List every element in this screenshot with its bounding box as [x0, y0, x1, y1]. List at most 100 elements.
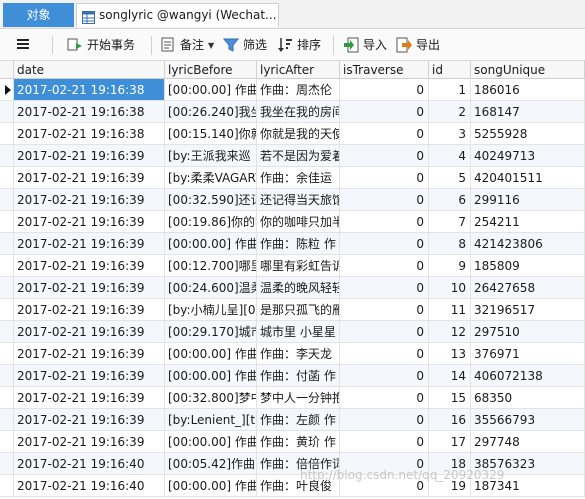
sort-button[interactable]: 排序: [277, 34, 327, 57]
table-row[interactable]: 2017-02-21 19:16:39 [by:王派我来巡 若不是因为爱着 0 4 402…: [0, 145, 585, 167]
cell-id[interactable]: 7: [429, 211, 471, 233]
cell-id[interactable]: 4: [429, 145, 471, 167]
cell-istraverse[interactable]: 0: [340, 255, 429, 277]
table-row[interactable]: 2017-02-21 19:16:39[00:00.00] 作曲：作曲：陈粒 作…: [0, 233, 585, 255]
row-marker[interactable]: [0, 277, 14, 299]
cell-id[interactable]: 15: [429, 387, 471, 409]
cell-date[interactable]: 2017-02-21 19:16:40: [14, 475, 165, 497]
cell-lyricafter[interactable]: 是那只孤飞的雁: [257, 299, 340, 321]
cell-date[interactable]: 2017-02-21 19:16:39: [14, 145, 165, 167]
cell-lyricbefore[interactable]: [00:00.00] 作曲：: [165, 475, 257, 497]
table-row[interactable]: 2017-02-21 19:16:39[00:29.170]城市里城市里 小星星…: [0, 321, 585, 343]
cell-lyricafter[interactable]: 你就是我的天使: [257, 123, 340, 145]
cell-date[interactable]: 2017-02-21 19:16:39: [14, 255, 165, 277]
cell-date[interactable]: 2017-02-21 19:16:39: [14, 299, 165, 321]
cell-istraverse[interactable]: 0: [340, 343, 429, 365]
cell-lyricbefore[interactable]: [00:29.170]城市里: [165, 321, 257, 343]
cell-lyricbefore[interactable]: [by:小楠儿呈][00: [165, 299, 257, 321]
cell-istraverse[interactable]: 0: [340, 145, 429, 167]
cell-istraverse[interactable]: 0: [340, 101, 429, 123]
table-row[interactable]: 2017-02-21 19:16:39[00:32.590]还记得还记得当天旅馆…: [0, 189, 585, 211]
cell-lyricbefore[interactable]: [00:00.00] 作曲：: [165, 431, 257, 453]
row-marker[interactable]: [0, 211, 14, 233]
cell-date[interactable]: 2017-02-21 19:16:38: [14, 101, 165, 123]
row-marker[interactable]: [0, 475, 14, 497]
cell-lyricbefore[interactable]: [00:00.00] 作曲：: [165, 343, 257, 365]
cell-lyricafter[interactable]: 作曲：李天龙: [257, 343, 340, 365]
begin-transaction-button[interactable]: 开始事务: [67, 34, 142, 57]
cell-istraverse[interactable]: 0: [340, 321, 429, 343]
column-header-lyricafter[interactable]: lyricAfter: [257, 61, 340, 79]
cell-songunique[interactable]: 297510: [471, 321, 585, 343]
cell-lyricafter[interactable]: 我坐在我的房间: [257, 101, 340, 123]
cell-lyricbefore[interactable]: [00:19.86]你的咖: [165, 211, 257, 233]
column-header-id[interactable]: id: [429, 61, 471, 79]
cell-id[interactable]: 9: [429, 255, 471, 277]
cell-id[interactable]: 10: [429, 277, 471, 299]
cell-date[interactable]: 2017-02-21 19:16:39: [14, 211, 165, 233]
cell-date[interactable]: 2017-02-21 19:16:39: [14, 189, 165, 211]
cell-songunique[interactable]: 68350: [471, 387, 585, 409]
column-header-date[interactable]: date: [14, 61, 165, 79]
table-row[interactable]: 2017-02-21 19:16:39 [by:柔柔VAGARY 作曲：余佳运 0 5 4…: [0, 167, 585, 189]
table-row[interactable]: 2017-02-21 19:16:39[00:00.00] 作曲：作曲：黄玠 作…: [0, 431, 585, 453]
cell-songunique[interactable]: 186016: [471, 79, 585, 101]
table-row[interactable]: 2017-02-21 19:16:39[00:00.00] 作曲：作曲：付菡 作…: [0, 365, 585, 387]
table-row[interactable]: 2017-02-21 19:16:39[by:Lenient_][ti:C作曲：…: [0, 409, 585, 431]
tab-songlyric-table[interactable]: songlyric @wangyi (Wechat...: [76, 3, 279, 27]
row-marker[interactable]: [0, 233, 14, 255]
cell-lyricafter[interactable]: 还记得当天旅馆: [257, 189, 340, 211]
cell-lyricafter[interactable]: 作曲：陈粒 作: [257, 233, 340, 255]
cell-songunique[interactable]: 254211: [471, 211, 585, 233]
cell-id[interactable]: 6: [429, 189, 471, 211]
cell-lyricafter[interactable]: 若不是因为爱着: [257, 145, 340, 167]
row-marker[interactable]: [0, 453, 14, 475]
cell-lyricafter[interactable]: 你的咖啡只加半: [257, 211, 340, 233]
cell-istraverse[interactable]: 0: [340, 167, 429, 189]
table-row[interactable]: 2017-02-21 19:16:38[00:00.00] 作曲：作曲：周杰伦0…: [0, 79, 585, 101]
table-row[interactable]: 2017-02-21 19:16:38[00:26.240]我坐在我坐在我的房间…: [0, 101, 585, 123]
cell-songunique[interactable]: 376971: [471, 343, 585, 365]
column-header-lyricbefore[interactable]: lyricBefore: [165, 61, 257, 79]
cell-lyricafter[interactable]: 作曲：付菡 作: [257, 365, 340, 387]
cell-lyricbefore[interactable]: [00:00.00] 作曲：: [165, 79, 257, 101]
row-marker[interactable]: [0, 431, 14, 453]
cell-lyricbefore[interactable]: [00:24.600]温柔的: [165, 277, 257, 299]
table-row[interactable]: 2017-02-21 19:16:38[00:15.140]你就是你就是我的天使…: [0, 123, 585, 145]
cell-id[interactable]: 1: [429, 79, 471, 101]
cell-id[interactable]: 11: [429, 299, 471, 321]
cell-date[interactable]: 2017-02-21 19:16:39: [14, 365, 165, 387]
table-row[interactable]: 2017-02-21 19:16:39[00:19.86]你的咖你的咖啡只加半0…: [0, 211, 585, 233]
import-button[interactable]: 导入: [343, 34, 393, 57]
menu-button[interactable]: [16, 34, 34, 57]
row-marker[interactable]: [0, 145, 14, 167]
cell-lyricbefore[interactable]: [by:王派我来巡: [165, 145, 257, 167]
cell-lyricbefore[interactable]: [00:00.00] 作曲：: [165, 365, 257, 387]
cell-istraverse[interactable]: 0: [340, 79, 429, 101]
cell-songunique[interactable]: 299116: [471, 189, 585, 211]
cell-lyricbefore[interactable]: [00:32.590]还记得: [165, 189, 257, 211]
cell-lyricafter[interactable]: 作曲：周杰伦: [257, 79, 340, 101]
row-marker[interactable]: [0, 123, 14, 145]
cell-lyricafter[interactable]: 哪里有彩虹告诉: [257, 255, 340, 277]
cell-id[interactable]: 16: [429, 409, 471, 431]
cell-id[interactable]: 13: [429, 343, 471, 365]
cell-lyricbefore[interactable]: [by:Lenient_][ti:C: [165, 409, 257, 431]
tab-objects[interactable]: 对象: [3, 3, 74, 27]
cell-songunique[interactable]: 297748: [471, 431, 585, 453]
cell-istraverse[interactable]: 0: [340, 277, 429, 299]
cell-songunique[interactable]: 32196517: [471, 299, 585, 321]
cell-date[interactable]: 2017-02-21 19:16:39: [14, 409, 165, 431]
cell-lyricafter[interactable]: 温柔的晚风轻轻: [257, 277, 340, 299]
cell-date[interactable]: 2017-02-21 19:16:40: [14, 453, 165, 475]
cell-istraverse[interactable]: 0: [340, 211, 429, 233]
cell-id[interactable]: 12: [429, 321, 471, 343]
cell-istraverse[interactable]: 0: [340, 233, 429, 255]
cell-istraverse[interactable]: 0: [340, 431, 429, 453]
table-row[interactable]: 2017-02-21 19:16:39[00:12.700]哪里有哪里有彩虹告诉…: [0, 255, 585, 277]
table-row[interactable]: 2017-02-21 19:16:39[00:24.600]温柔的温柔的晚风轻轻…: [0, 277, 585, 299]
cell-id[interactable]: 5: [429, 167, 471, 189]
cell-songunique[interactable]: 168147: [471, 101, 585, 123]
row-marker[interactable]: [0, 255, 14, 277]
table-row[interactable]: 2017-02-21 19:16:39[00:32.800]梦中人梦中人一分钟抱…: [0, 387, 585, 409]
